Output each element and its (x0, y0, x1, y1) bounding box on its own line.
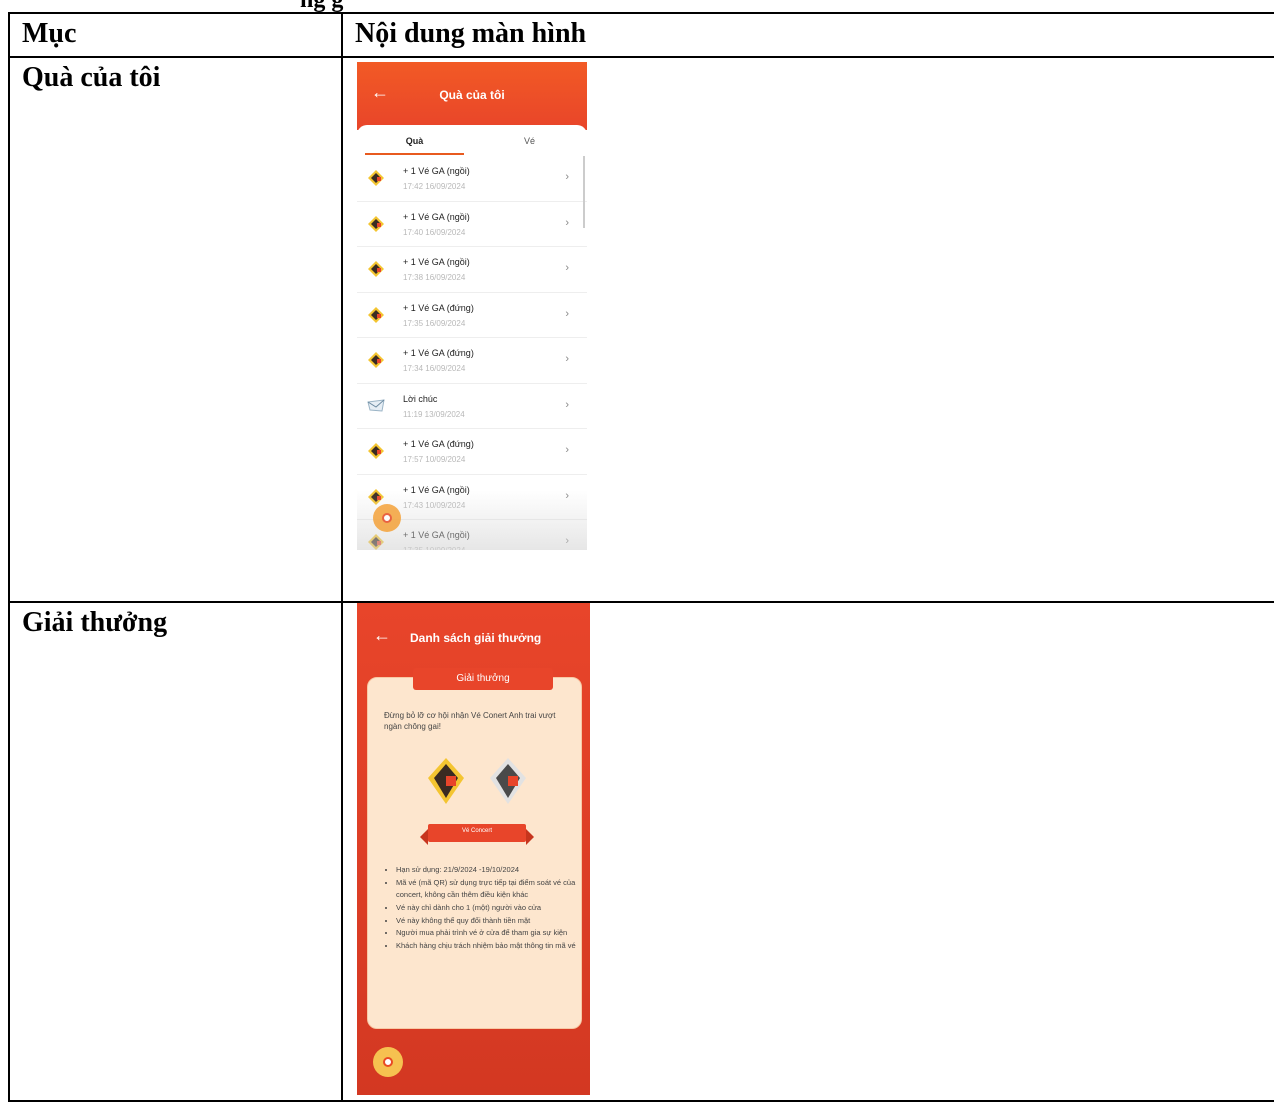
gift-time: 17:35 16/09/2024 (403, 318, 466, 328)
silver-ticket-icon (490, 758, 526, 805)
gift-list-item[interactable]: + 1 Vé GA (ngồi) 17:38 16/09/2024 › (357, 247, 587, 293)
card-header-ribbon: Giải thưởng (413, 668, 553, 691)
ticket-icon (368, 443, 384, 460)
rule-item: Vé này không thể quy đổi thành tiền mặt (396, 915, 582, 928)
gift-title: + 1 Vé GA (ngồi) (403, 257, 470, 268)
ticket-icon (368, 261, 384, 278)
row-label-cell: Giải thưởng (8, 601, 343, 1102)
screen-title: Quà của tôi (439, 88, 505, 103)
gift-title: Lời chúc (403, 393, 438, 404)
row-label-giai-thuong: Giải thưởng (22, 607, 168, 639)
rule-item: Hạn sử dụng: 21/9/2024 -19/10/2024 (396, 864, 582, 877)
ticket-icon (368, 170, 384, 187)
header-cell-muc: Mục (8, 11, 343, 59)
chevron-right-icon: › (565, 398, 569, 411)
gift-time: 17:42 16/09/2024 (403, 182, 466, 192)
tab-ve[interactable]: Vé (472, 125, 587, 155)
chevron-right-icon: › (565, 262, 569, 275)
row-label-cell: Quà của tôi (8, 56, 343, 604)
rule-item: Vé này chỉ dành cho 1 (một) người vào cử… (396, 902, 582, 915)
gift-time: 17:57 10/09/2024 (403, 455, 466, 465)
gift-list-item[interactable]: + 1 Vé GA (đứng) 17:57 10/09/2024 › (357, 429, 587, 475)
row-content-cell: ← Danh sách giải thưởng Giải thưởng Đừng… (341, 601, 1274, 1102)
chevron-right-icon: › (565, 353, 569, 366)
scrollbar[interactable] (583, 156, 585, 229)
app-header: ← Quà của tôi (357, 62, 587, 131)
header-noi-dung: Nội dung màn hình (355, 18, 587, 49)
gift-list-item[interactable]: + 1 Vé GA (đứng) 17:34 16/09/2024 › (357, 338, 587, 384)
gift-list-item[interactable]: + 1 Vé GA (ngồi) 17:42 16/09/2024 › (357, 156, 587, 202)
gift-title: + 1 Vé GA (ngồi) (403, 166, 470, 177)
ticket-icon (368, 306, 384, 323)
chevron-right-icon: › (565, 444, 569, 457)
reward-intro: Đừng bỏ lỡ cơ hội nhận Vé Conert Anh tra… (384, 711, 556, 732)
tab-bar: Quà Vé (357, 125, 587, 156)
gift-time: 17:40 16/09/2024 (403, 227, 466, 237)
screen-table: Mục Nội dung màn hình Quà của tôi ← Quà … (8, 11, 1274, 1102)
gift-time: 17:38 16/09/2024 (403, 273, 466, 283)
screen-title: Danh sách giải thưởng (410, 631, 542, 646)
envelope-icon (367, 399, 385, 412)
rules-list: Hạn sử dụng: 21/9/2024 -19/10/2024Mã vé … (384, 864, 582, 952)
gift-title: + 1 Vé GA (ngồi) (403, 211, 470, 222)
gold-ticket-icon (428, 758, 464, 805)
chevron-right-icon: › (565, 171, 569, 184)
chevron-right-icon: › (565, 307, 569, 320)
gift-title: + 1 Vé GA (đứng) (403, 302, 474, 313)
gift-time: 11:19 13/09/2024 (403, 409, 465, 419)
ticket-icon (368, 215, 384, 232)
row-label-qua-cua-toi: Quà của tôi (22, 62, 161, 94)
ticket-icon (368, 352, 384, 369)
rule-item: Khách hàng chịu trách nhiệm bảo mật thôn… (396, 940, 582, 953)
row-content-cell: ← Quà của tôi Quà Vé + 1 Vé GA (ngồi) 17:… (341, 56, 1274, 604)
tab-qua[interactable]: Quà (357, 125, 472, 156)
gift-title: + 1 Vé GA (đứng) (403, 348, 474, 359)
rule-item: Người mua phải trình vé ở cửa để tham gi… (396, 927, 582, 940)
gift-list-item[interactable]: + 1 Vé GA (ngồi) 17:40 16/09/2024 › (357, 202, 587, 248)
gift-title: + 1 Vé GA (đứng) (403, 439, 474, 450)
header-cell-noidung: Nội dung màn hình (341, 11, 1274, 59)
concert-band: Vé Concert (420, 824, 534, 846)
gift-list-item[interactable]: Lời chúc 11:19 13/09/2024 › (357, 384, 587, 430)
my-gifts-screenshot: ← Quà của tôi Quà Vé + 1 Vé GA (ngồi) 17:… (357, 62, 587, 551)
eye-fab-icon[interactable] (373, 1047, 403, 1078)
chevron-right-icon: › (565, 216, 569, 229)
back-arrow-icon[interactable]: ← (373, 625, 391, 646)
gift-list-item[interactable]: + 1 Vé GA (đứng) 17:35 16/09/2024 › (357, 293, 587, 339)
gift-time: 17:34 16/09/2024 (403, 364, 466, 374)
rule-item: Mã vé (mã QR) sử dụng trực tiếp tại điểm… (396, 877, 582, 902)
ticket-images (426, 756, 536, 812)
rewards-screenshot: ← Danh sách giải thưởng Giải thưởng Đừng… (357, 603, 590, 1096)
reward-card: Giải thưởng Đừng bỏ lỡ cơ hội nhận Vé Co… (367, 668, 582, 1030)
header-muc: Mục (22, 18, 77, 49)
